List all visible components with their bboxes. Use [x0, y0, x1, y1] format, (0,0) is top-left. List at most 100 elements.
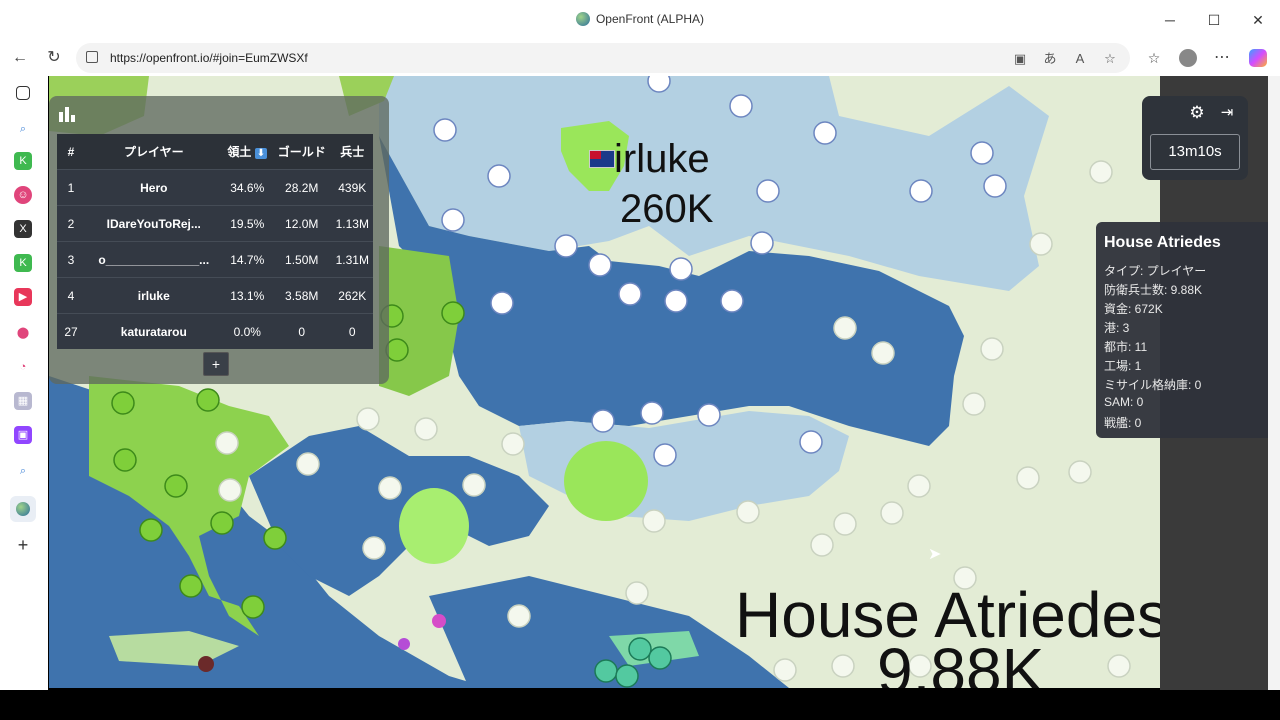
player-info-factories: 工場: 1 — [1104, 359, 1142, 373]
leaderboard-table: # プレイヤー 領土 ⬇ ゴールド 兵士 1 Hero 34.6% 28.2M … — [57, 134, 373, 349]
tab-k-icon[interactable]: K — [14, 152, 32, 170]
address-bar[interactable]: https://openfront.io/#join=EumZWSXf ▣ あ … — [76, 43, 1130, 73]
tab-video-icon[interactable]: ▶ — [14, 288, 32, 306]
leaderboard-header-row: # プレイヤー 領土 ⬇ ゴールド 兵士 — [57, 134, 373, 170]
player-info-cities: 都市: 11 — [1104, 340, 1148, 354]
row-territory: 34.6% — [222, 169, 272, 206]
map-label-atriedes-troops: 9.88K — [877, 635, 1045, 688]
tab-x-icon[interactable]: X — [14, 220, 32, 238]
row-player-name: o______________... — [85, 241, 223, 278]
app-available-icon[interactable]: ▣ — [1010, 49, 1030, 69]
sort-down-icon: ⬇ — [254, 148, 268, 159]
settings-more-button[interactable]: ⋯ — [1210, 46, 1234, 70]
col-rank: # — [57, 134, 85, 170]
window-title: OpenFront (ALPHA) — [595, 12, 705, 26]
browser-toolbar: ← ↻ https://openfront.io/#join=EumZWSXf … — [0, 40, 1280, 76]
row-rank: 27 — [57, 313, 85, 349]
col-territory-label: 領土 — [227, 145, 252, 159]
row-gold: 0 — [271, 313, 332, 349]
row-territory: 13.1% — [222, 277, 272, 314]
leaderboard-row[interactable]: 3 o______________... 14.7% 1.50M 1.31M — [57, 241, 373, 278]
row-player-name: katuratarou — [85, 313, 223, 349]
leaderboard-expand-button[interactable]: + — [203, 352, 229, 376]
row-territory: 19.5% — [222, 205, 272, 242]
mouse-cursor-icon: ➤ — [928, 546, 942, 563]
row-troops: 1.13M — [331, 205, 373, 242]
row-troops: 439K — [331, 169, 373, 206]
globe-icon — [575, 12, 590, 26]
page-scrollbar[interactable] — [1268, 76, 1280, 690]
search-icon[interactable]: ⌕ — [14, 120, 32, 138]
copilot-icon[interactable] — [1246, 46, 1270, 70]
new-tab-plus-icon[interactable]: + — [14, 536, 32, 554]
favorite-star-icon[interactable]: ☆ — [1100, 49, 1120, 69]
exit-icon[interactable]: ⇥ — [1218, 104, 1236, 122]
row-gold: 28.2M — [271, 169, 332, 206]
tab-app-icon[interactable]: ☺ — [14, 186, 32, 204]
row-rank: 3 — [57, 241, 85, 278]
player-info-funds: 資金: 672K — [1104, 302, 1163, 316]
player-info-type: タイプ: プレイヤー — [1104, 264, 1207, 278]
tab-image-icon[interactable]: ▦ — [14, 392, 32, 410]
row-player-name: Hero — [85, 169, 223, 206]
australia-flag-icon — [589, 150, 615, 168]
col-player[interactable]: プレイヤー — [85, 134, 223, 170]
map-label-irluke-name: irluke — [614, 137, 710, 181]
tab-map-pin-icon[interactable]: ⬤ — [14, 324, 32, 342]
tab-search-icon[interactable]: ⌕ — [14, 462, 32, 480]
reload-button[interactable]: ↻ — [42, 46, 66, 70]
translate-icon[interactable]: あ — [1040, 49, 1060, 69]
row-troops: 262K — [331, 277, 373, 314]
game-timer: 13m10s — [1150, 134, 1240, 170]
row-gold: 12.0M — [271, 205, 332, 242]
row-gold: 3.58M — [271, 277, 332, 314]
minimize-button[interactable]: ─ — [1158, 8, 1182, 32]
col-territory[interactable]: 領土 ⬇ — [222, 134, 272, 170]
row-rank: 1 — [57, 169, 85, 206]
leaderboard-panel: # プレイヤー 領土 ⬇ ゴールド 兵士 1 Hero 34.6% 28.2M … — [49, 96, 389, 384]
row-rank: 2 — [57, 205, 85, 242]
row-troops: 0 — [331, 313, 373, 349]
url-text[interactable]: https://openfront.io/#join=EumZWSXf — [110, 51, 308, 65]
browser-sidebar: ⌕ K ☺ X K ▶ ⬤ ◔ ▦ ▣ ⌕ + — [0, 76, 48, 690]
leaderboard-row[interactable]: 27 katuratarou 0.0% 0 0 — [57, 313, 373, 349]
read-aloud-icon[interactable]: A — [1070, 49, 1090, 69]
leaderboard-row[interactable]: 2 IDareYouToRej... 19.5% 12.0M 1.13M — [57, 205, 373, 242]
row-territory: 14.7% — [222, 241, 272, 278]
window-titlebar: OpenFront (ALPHA) ─ ☐ ✕ — [0, 0, 1280, 40]
profile-avatar[interactable] — [1176, 46, 1200, 70]
taskbar-area — [0, 690, 1280, 720]
maximize-button[interactable]: ☐ — [1202, 8, 1226, 32]
tab-openfront-active[interactable] — [10, 496, 36, 522]
game-controls-panel: ⚙ ⇥ 13m10s — [1142, 96, 1248, 180]
tab-twitch-icon[interactable]: ▣ — [14, 426, 32, 444]
window-title-container: OpenFront (ALPHA) — [0, 12, 1280, 26]
row-territory: 0.0% — [222, 313, 272, 349]
player-info-panel: House Atriedes タイプ: プレイヤー 防衛兵士数: 9.88K 資… — [1096, 222, 1268, 438]
tab-gauge-icon[interactable]: ◔ — [14, 358, 32, 376]
back-button[interactable]: ← — [8, 46, 32, 70]
player-info-missile-silos: ミサイル格納庫: 0 — [1104, 378, 1202, 392]
player-info-ports: 港: 3 — [1104, 321, 1130, 335]
gear-icon[interactable]: ⚙ — [1188, 104, 1206, 122]
row-player-name: irluke — [85, 277, 223, 314]
player-info-defense-troops: 防衛兵士数: 9.88K — [1104, 283, 1203, 297]
tab-k2-icon[interactable]: K — [14, 254, 32, 272]
row-gold: 1.50M — [271, 241, 332, 278]
player-info-warships: 戦艦: 0 — [1104, 416, 1142, 430]
tab-actions-icon[interactable] — [16, 86, 30, 100]
site-info-icon[interactable] — [86, 51, 98, 63]
leaderboard-row[interactable]: 1 Hero 34.6% 28.2M 439K — [57, 169, 373, 206]
row-rank: 4 — [57, 277, 85, 314]
close-window-button[interactable]: ✕ — [1246, 8, 1270, 32]
favorites-icon[interactable]: ☆ — [1142, 46, 1166, 70]
leaderboard-row[interactable]: 4 irluke 13.1% 3.58M 262K — [57, 277, 373, 314]
map-label-irluke-troops: 260K — [620, 187, 714, 231]
row-player-name: IDareYouToRej... — [85, 205, 223, 242]
player-info-sam: SAM: 0 — [1104, 395, 1144, 409]
leaderboard-bar-chart-icon[interactable] — [58, 106, 76, 122]
row-troops: 1.31M — [331, 241, 373, 278]
col-troops[interactable]: 兵士 — [331, 134, 373, 170]
player-info-name: House Atriedes — [1104, 234, 1221, 251]
col-gold[interactable]: ゴールド — [271, 134, 332, 170]
